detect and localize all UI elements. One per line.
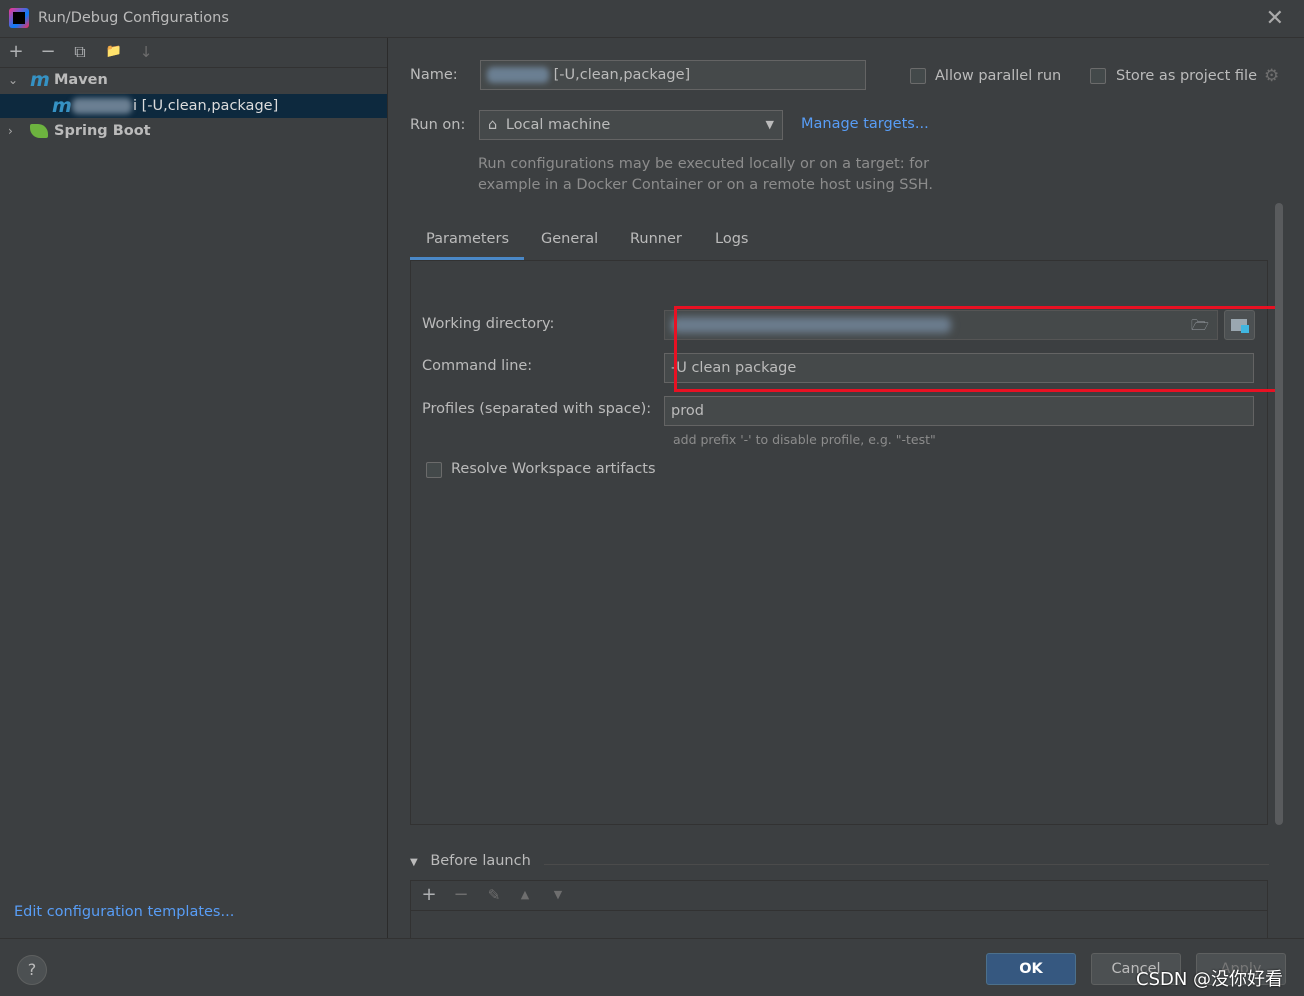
before-launch-list: + − ✎ ▲ ▼ — [410, 880, 1268, 940]
sort-icon[interactable]: ↓ — [136, 42, 156, 62]
tab-logs[interactable]: Logs — [699, 224, 764, 260]
vertical-scrollbar[interactable] — [1275, 203, 1283, 825]
help-button[interactable]: ? — [17, 955, 47, 985]
add-icon[interactable]: + — [6, 42, 26, 62]
store-as-project-file-label: Store as project file — [1116, 68, 1257, 84]
tree-toolbar: + − ⧉ 📁 ↓ — [0, 38, 387, 68]
tree-label-maven-config: i [-U,clean,package] — [133, 98, 279, 114]
home-icon: ⌂ — [488, 117, 498, 133]
profiles-label: Profiles (separated with space): — [422, 401, 652, 417]
ok-button[interactable]: OK — [986, 953, 1076, 985]
spring-boot-icon — [30, 124, 48, 138]
tree-label-spring-boot: Spring Boot — [54, 123, 151, 139]
tab-parameters[interactable]: Parameters — [410, 224, 524, 260]
maven-icon: m — [30, 69, 50, 91]
maven-config-icon: m — [52, 95, 72, 117]
before-launch-header[interactable]: ▼ Before launch — [410, 853, 531, 869]
move-up-icon[interactable]: ▲ — [515, 885, 535, 905]
redacted-config-name — [72, 94, 132, 118]
allow-parallel-run-checkbox[interactable] — [910, 68, 926, 84]
tree-label-maven: Maven — [54, 72, 108, 88]
tree-node-maven-config[interactable]: m i [-U,clean,package] — [0, 94, 387, 118]
resolve-workspace-label: Resolve Workspace artifacts — [451, 461, 656, 477]
configuration-editor: Name: [-U,clean,package] Allow parallel … — [389, 38, 1304, 940]
new-folder-icon[interactable]: 📁 — [104, 42, 124, 62]
close-icon[interactable]: ✕ — [1266, 6, 1284, 31]
csdn-watermark: CSDN @没你好看 — [1136, 969, 1284, 990]
remove-task-icon[interactable]: − — [451, 885, 471, 905]
remove-icon[interactable]: − — [38, 42, 58, 62]
allow-parallel-run-label: Allow parallel run — [935, 68, 1062, 84]
resolve-workspace-checkbox[interactable] — [426, 462, 442, 478]
tab-general[interactable]: General — [525, 224, 614, 260]
configuration-tree-panel: + − ⧉ 📁 ↓ ⌄ m Maven m i [-U,clean,packag… — [0, 38, 388, 938]
before-launch-toolbar: + − ✎ ▲ ▼ — [411, 881, 1267, 911]
dialog-footer: ? OK Cancel Apply CSDN @没你好看 — [0, 938, 1304, 996]
working-directory-label: Working directory: — [422, 316, 555, 332]
name-label: Name: — [410, 67, 458, 83]
store-as-project-file-checkbox[interactable] — [1090, 68, 1106, 84]
name-field[interactable]: [-U,clean,package] — [480, 60, 866, 90]
manage-targets-link[interactable]: Manage targets... — [801, 116, 929, 132]
edit-task-icon[interactable]: ✎ — [484, 885, 504, 905]
window-title: Run/Debug Configurations — [38, 10, 229, 26]
tree-node-maven[interactable]: ⌄ m Maven — [0, 68, 387, 92]
chevron-down-icon[interactable]: ⌄ — [8, 68, 18, 92]
collapse-triangle-icon[interactable]: ▼ — [410, 857, 418, 868]
dropdown-arrow-icon: ▼ — [765, 118, 774, 131]
run-on-label: Run on: — [410, 117, 466, 133]
move-down-icon[interactable]: ▼ — [548, 885, 568, 905]
edit-templates-link[interactable]: Edit configuration templates... — [14, 904, 234, 920]
tree-node-spring-boot[interactable]: › Spring Boot — [0, 119, 387, 143]
run-on-hint: Run configurations may be executed local… — [478, 156, 933, 193]
copy-icon[interactable]: ⧉ — [70, 42, 90, 62]
command-line-label: Command line: — [422, 358, 533, 374]
intellij-logo-icon — [9, 8, 29, 28]
highlight-annotation — [674, 306, 1278, 392]
chevron-right-icon[interactable]: › — [8, 119, 13, 143]
parameters-panel: Working directory: 🗁 Command line: -U cl… — [410, 260, 1278, 825]
gear-icon[interactable]: ⚙ — [1264, 66, 1279, 86]
profiles-field[interactable]: prod — [664, 396, 1254, 426]
before-launch-separator — [544, 864, 1269, 865]
title-bar: Run/Debug Configurations ✕ — [0, 0, 1304, 38]
tab-runner[interactable]: Runner — [614, 224, 698, 260]
run-on-select[interactable]: ⌂ Local machine ▼ — [479, 110, 783, 140]
profiles-hint: add prefix '-' to disable profile, e.g. … — [673, 432, 936, 447]
add-task-icon[interactable]: + — [419, 885, 439, 905]
